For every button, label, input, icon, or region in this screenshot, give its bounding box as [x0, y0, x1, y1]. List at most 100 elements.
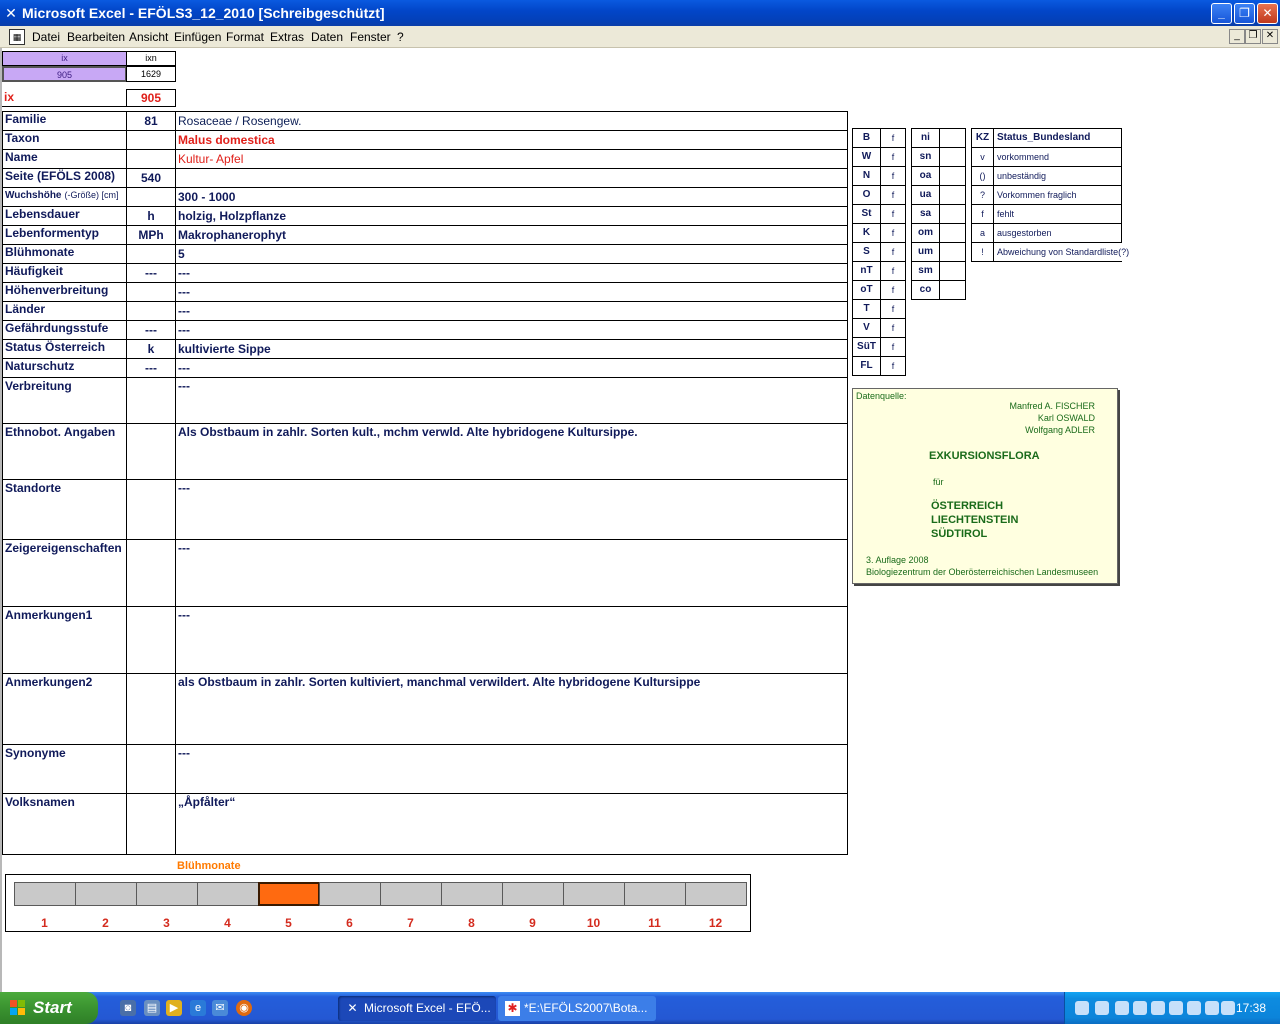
row-label[interactable]: Wuchshöhe (-Größe) [cm]	[2, 187, 127, 207]
note-code[interactable]	[126, 423, 176, 480]
quicklaunch-explorer-icon[interactable]: ◙	[120, 1000, 136, 1016]
row-value[interactable]: ---	[175, 358, 848, 378]
note-value[interactable]: ---	[175, 377, 848, 424]
subregion-status[interactable]	[939, 185, 966, 205]
note-label[interactable]: Synonyme	[2, 744, 127, 794]
row-label[interactable]: Status Österreich	[2, 339, 127, 359]
note-value[interactable]: ---	[175, 479, 848, 540]
note-code[interactable]	[126, 793, 176, 855]
row-label[interactable]: Gefährdungsstufe	[2, 320, 127, 340]
row-code[interactable]	[126, 187, 176, 207]
row-value[interactable]: holzig, Holzpflanze	[175, 206, 848, 226]
row-value[interactable]: ---	[175, 282, 848, 302]
menu-daten[interactable]: Daten	[311, 30, 343, 44]
region-status[interactable]: f	[880, 204, 906, 224]
note-value[interactable]: ---	[175, 744, 848, 794]
subregion-code[interactable]: um	[911, 242, 940, 262]
menu-datei[interactable]: Datei	[32, 30, 60, 44]
row-label[interactable]: Blühmonate	[2, 244, 127, 264]
taskbar-item-folder[interactable]: ✱ *E:\EFÖLS2007\Bota...	[498, 996, 656, 1021]
note-code[interactable]	[126, 377, 176, 424]
region-code[interactable]: oT	[852, 280, 881, 300]
row-label[interactable]: Taxon	[2, 130, 127, 150]
menu-format[interactable]: Format	[226, 30, 264, 44]
note-value[interactable]: „Åpfålter“	[175, 793, 848, 855]
subregion-code[interactable]: ua	[911, 185, 940, 205]
region-status[interactable]: f	[880, 128, 906, 148]
ix-value-cell[interactable]: 905	[2, 66, 127, 82]
menu-einfuegen[interactable]: Einfügen	[174, 30, 221, 44]
note-label[interactable]: Standorte	[2, 479, 127, 540]
region-code[interactable]: K	[852, 223, 881, 243]
workbook-icon[interactable]: ▦	[9, 29, 25, 45]
note-value[interactable]: Als Obstbaum in zahlr. Sorten kult., mch…	[175, 423, 848, 480]
quicklaunch-ie-icon[interactable]: e	[190, 1000, 206, 1016]
note-value[interactable]: ---	[175, 606, 848, 674]
row-value[interactable]: 300 - 1000	[175, 187, 848, 207]
subregion-code[interactable]: sm	[911, 261, 940, 281]
shield-icon[interactable]	[1151, 1001, 1165, 1015]
region-status[interactable]: f	[880, 242, 906, 262]
row-value[interactable]: Makrophanerophyt	[175, 225, 848, 245]
subregion-code[interactable]: oa	[911, 166, 940, 186]
subregion-status[interactable]	[939, 128, 966, 148]
note-code[interactable]	[126, 606, 176, 674]
subregion-code[interactable]: ni	[911, 128, 940, 148]
subregion-status[interactable]	[939, 166, 966, 186]
row-code[interactable]	[126, 130, 176, 150]
close-button[interactable]: ✕	[1257, 3, 1278, 24]
row-value[interactable]: ---	[175, 263, 848, 283]
note-code[interactable]	[126, 479, 176, 540]
region-status[interactable]: f	[880, 223, 906, 243]
usb-icon[interactable]	[1205, 1001, 1219, 1015]
region-status[interactable]: f	[880, 318, 906, 338]
quicklaunch-media-icon[interactable]: ▶	[166, 1000, 182, 1016]
workbook-minimize-button[interactable]: _	[1229, 29, 1245, 44]
region-code[interactable]: nT	[852, 261, 881, 281]
ix-header[interactable]: ix	[2, 51, 127, 66]
safely-remove-icon[interactable]	[1221, 1001, 1235, 1015]
row-value[interactable]: kultivierte Sippe	[175, 339, 848, 359]
region-code[interactable]: B	[852, 128, 881, 148]
row-value[interactable]: ---	[175, 301, 848, 321]
note-code[interactable]	[126, 744, 176, 794]
ix-label[interactable]: ix	[2, 89, 127, 107]
minimize-button[interactable]: _	[1211, 3, 1232, 24]
region-code[interactable]: V	[852, 318, 881, 338]
row-code[interactable]	[126, 301, 176, 321]
subregion-status[interactable]	[939, 261, 966, 281]
region-status[interactable]: f	[880, 299, 906, 319]
row-label[interactable]: Naturschutz	[2, 358, 127, 378]
workbook-restore-button[interactable]: ❐	[1245, 29, 1261, 44]
subregion-code[interactable]: sn	[911, 147, 940, 167]
row-label[interactable]: Häufigkeit	[2, 263, 127, 283]
subregion-status[interactable]	[939, 223, 966, 243]
note-code[interactable]	[126, 673, 176, 745]
row-value[interactable]: ---	[175, 320, 848, 340]
subregion-status[interactable]	[939, 147, 966, 167]
ixn-header[interactable]: ixn	[126, 51, 176, 66]
region-code[interactable]: St	[852, 204, 881, 224]
note-value[interactable]: als Obstbaum in zahlr. Sorten kultiviert…	[175, 673, 848, 745]
row-label[interactable]: Lebensdauer	[2, 206, 127, 226]
row-code[interactable]: ---	[126, 263, 176, 283]
row-value[interactable]: Rosaceae / Rosengew.	[175, 111, 848, 131]
menu-extras[interactable]: Extras	[270, 30, 304, 44]
row-value[interactable]: 5	[175, 244, 848, 264]
note-value[interactable]: ---	[175, 539, 848, 607]
menu-bearbeiten[interactable]: Bearbeiten	[67, 30, 125, 44]
region-status[interactable]: f	[880, 280, 906, 300]
restore-button[interactable]: ❐	[1234, 3, 1255, 24]
note-label[interactable]: Verbreitung	[2, 377, 127, 424]
region-status[interactable]: f	[880, 337, 906, 357]
row-code[interactable]: k	[126, 339, 176, 359]
quicklaunch-mail-icon[interactable]: ✉	[212, 1000, 228, 1016]
network-icon[interactable]	[1075, 1001, 1089, 1015]
quicklaunch-desktop-icon[interactable]: ▤	[144, 1000, 160, 1016]
security-icon[interactable]	[1095, 1001, 1109, 1015]
quicklaunch-firefox-icon[interactable]: ◉	[236, 1000, 252, 1016]
row-value[interactable]	[175, 168, 848, 188]
row-code[interactable]: ---	[126, 358, 176, 378]
row-code[interactable]: MPh	[126, 225, 176, 245]
search-icon[interactable]	[1115, 1001, 1129, 1015]
